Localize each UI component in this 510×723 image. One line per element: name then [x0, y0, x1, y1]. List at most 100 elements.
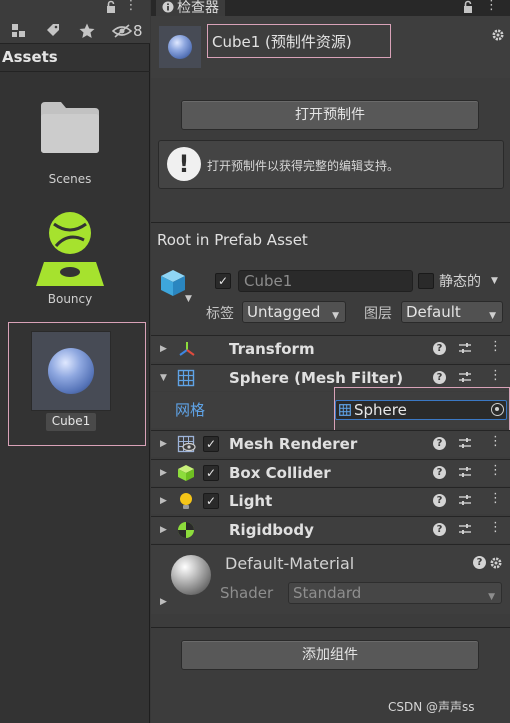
static-checkbox[interactable] — [418, 273, 434, 289]
active-checkbox[interactable]: ✓ — [215, 273, 231, 289]
gear-icon[interactable] — [489, 556, 503, 570]
more-options-icon[interactable]: ⋮ — [489, 463, 502, 478]
chevron-down-icon[interactable]: ▼ — [185, 294, 192, 304]
label-filter-icon[interactable] — [44, 22, 62, 40]
help-icon[interactable]: ? — [433, 437, 446, 450]
mesh-filter-icon — [177, 369, 195, 387]
transform-icon — [179, 342, 195, 356]
preset-icon[interactable] — [458, 370, 472, 384]
info-tab-icon — [162, 1, 174, 13]
exclamation-icon: ! — [167, 147, 201, 181]
sphere-thumbnail — [48, 348, 94, 394]
shader-label: Shader — [220, 584, 274, 602]
favorite-star-icon[interactable] — [78, 22, 96, 40]
chevron-down-icon: ▼ — [488, 592, 495, 602]
component-name: Transform — [229, 340, 315, 358]
more-options-icon[interactable]: ⋮ — [124, 0, 138, 14]
asset-item-scenes[interactable]: Scenes — [20, 100, 120, 195]
hierarchy-filter-icon[interactable] — [10, 22, 28, 40]
gameobject-name-field[interactable]: Cube1 — [238, 270, 413, 292]
asset-item-bouncy[interactable]: Bouncy — [20, 210, 120, 310]
assets-breadcrumb: Assets — [0, 44, 150, 72]
component-box-collider[interactable]: ▶ ✓ Box Collider ? ⋮ — [151, 459, 510, 486]
component-transform[interactable]: ▶ Transform ? ⋮ — [151, 335, 510, 362]
more-options-icon[interactable]: ⋮ — [489, 368, 502, 383]
lock-icon[interactable] — [461, 0, 475, 14]
preset-icon[interactable] — [458, 465, 472, 479]
asset-label: Scenes — [48, 172, 92, 186]
more-options-icon[interactable]: ⋮ — [489, 491, 502, 506]
tag-label: 标签 — [206, 306, 234, 322]
more-options-icon[interactable]: ⋮ — [489, 520, 502, 535]
more-options-icon[interactable]: ⋮ — [485, 0, 498, 13]
add-component-button[interactable]: 添加组件 — [181, 640, 479, 670]
lock-icon[interactable] — [104, 0, 118, 14]
chevron-right-icon[interactable]: ▶ — [160, 468, 167, 478]
rigidbody-icon — [178, 522, 194, 538]
tag-dropdown[interactable]: Untagged ▼ — [242, 301, 346, 323]
page-title: Cube1 (预制件资源) — [212, 33, 352, 51]
mesh-icon — [339, 404, 351, 416]
preset-icon[interactable] — [458, 493, 472, 507]
cube-icon[interactable] — [159, 268, 187, 298]
component-light[interactable]: ▶ ✓ Light ? ⋮ — [151, 487, 510, 514]
help-icon[interactable]: ? — [473, 556, 486, 569]
hidden-count: 8 — [133, 22, 143, 40]
object-picker-icon[interactable] — [491, 403, 504, 416]
info-helpbox: ! 打开预制件以获得完整的编辑支持。 — [158, 140, 504, 189]
component-rigidbody[interactable]: ▶ Rigidbody ? ⋮ — [151, 516, 510, 543]
component-name: Mesh Renderer — [229, 435, 358, 453]
divider — [151, 627, 510, 628]
help-icon[interactable]: ? — [433, 494, 446, 507]
watermark-text: CSDN @声声ss — [388, 700, 475, 714]
chevron-right-icon[interactable]: ▶ — [160, 496, 167, 506]
header-title-highlight: Cube1 (预制件资源) — [207, 24, 391, 58]
chevron-right-icon[interactable]: ▶ — [160, 344, 167, 354]
help-icon[interactable]: ? — [433, 371, 446, 384]
hidden-packages-icon[interactable] — [112, 23, 132, 39]
component-name: Rigidbody — [229, 521, 314, 539]
light-bulb-icon — [180, 493, 192, 509]
asset-header: Cube1 (预制件资源) — [151, 16, 510, 78]
prefab-thumbnail — [159, 26, 201, 68]
component-enabled-checkbox[interactable]: ✓ — [203, 465, 219, 481]
divider — [151, 222, 510, 223]
sphere-thumbnail — [168, 35, 192, 59]
preset-icon[interactable] — [458, 341, 472, 355]
open-prefab-button[interactable]: 打开预制件 — [181, 100, 479, 130]
shader-value: Standard — [293, 584, 362, 602]
chevron-right-icon[interactable]: ▶ — [160, 439, 167, 449]
tab-inspector[interactable]: 检查器 — [156, 0, 225, 16]
gear-icon[interactable] — [491, 28, 505, 42]
inspector-tab-bar: 检查器 ⋮ — [151, 0, 510, 16]
asset-label: Cube1 — [51, 414, 91, 428]
more-options-icon[interactable]: ⋮ — [489, 434, 502, 449]
chevron-down-icon[interactable]: ▼ — [160, 373, 167, 383]
component-mesh-renderer[interactable]: ▶ ✓ Mesh Renderer ? ⋮ — [151, 430, 510, 457]
help-icon[interactable]: ? — [433, 342, 446, 355]
more-options-icon[interactable]: ⋮ — [489, 339, 502, 354]
mesh-renderer-icon — [177, 435, 196, 453]
material-name: Default-Material — [225, 554, 355, 573]
static-label: 静态的 — [439, 274, 481, 290]
preset-icon[interactable] — [458, 436, 472, 450]
shader-dropdown[interactable]: Standard ▼ — [288, 582, 502, 604]
component-enabled-checkbox[interactable]: ✓ — [203, 493, 219, 509]
mesh-object-field[interactable]: Sphere — [335, 400, 507, 420]
material-section: ▶ Default-Material ? Shader Standard ▼ — [151, 544, 510, 614]
chevron-down-icon: ▼ — [489, 311, 496, 321]
component-name: Sphere (Mesh Filter) — [229, 369, 404, 387]
help-icon[interactable]: ? — [433, 523, 446, 536]
assets-folder-title[interactable]: Assets — [2, 48, 58, 66]
physic-material-icon — [36, 212, 104, 286]
chevron-right-icon[interactable]: ▶ — [160, 525, 167, 535]
asset-item-cube1[interactable] — [31, 331, 111, 411]
root-in-prefab-label: Root in Prefab Asset — [157, 231, 308, 249]
layer-dropdown[interactable]: Default ▼ — [401, 301, 503, 323]
layer-value: Default — [406, 303, 461, 321]
help-icon[interactable]: ? — [433, 466, 446, 479]
chevron-down-icon[interactable]: ▼ — [491, 276, 498, 286]
preset-icon[interactable] — [458, 522, 472, 536]
component-enabled-checkbox[interactable]: ✓ — [203, 436, 219, 452]
chevron-right-icon[interactable]: ▶ — [160, 597, 167, 607]
